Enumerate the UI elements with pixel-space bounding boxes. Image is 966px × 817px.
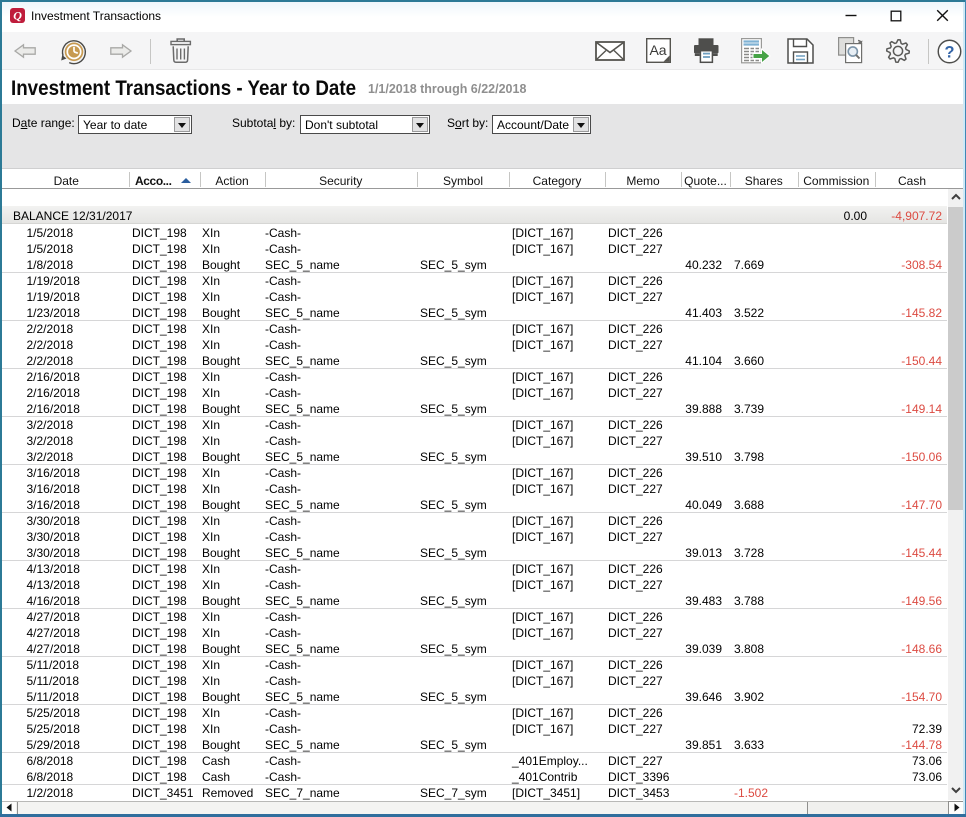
svg-text:Q: Q <box>13 8 22 22</box>
svg-text:?: ? <box>945 43 955 61</box>
svg-text:Aa: Aa <box>649 42 666 58</box>
